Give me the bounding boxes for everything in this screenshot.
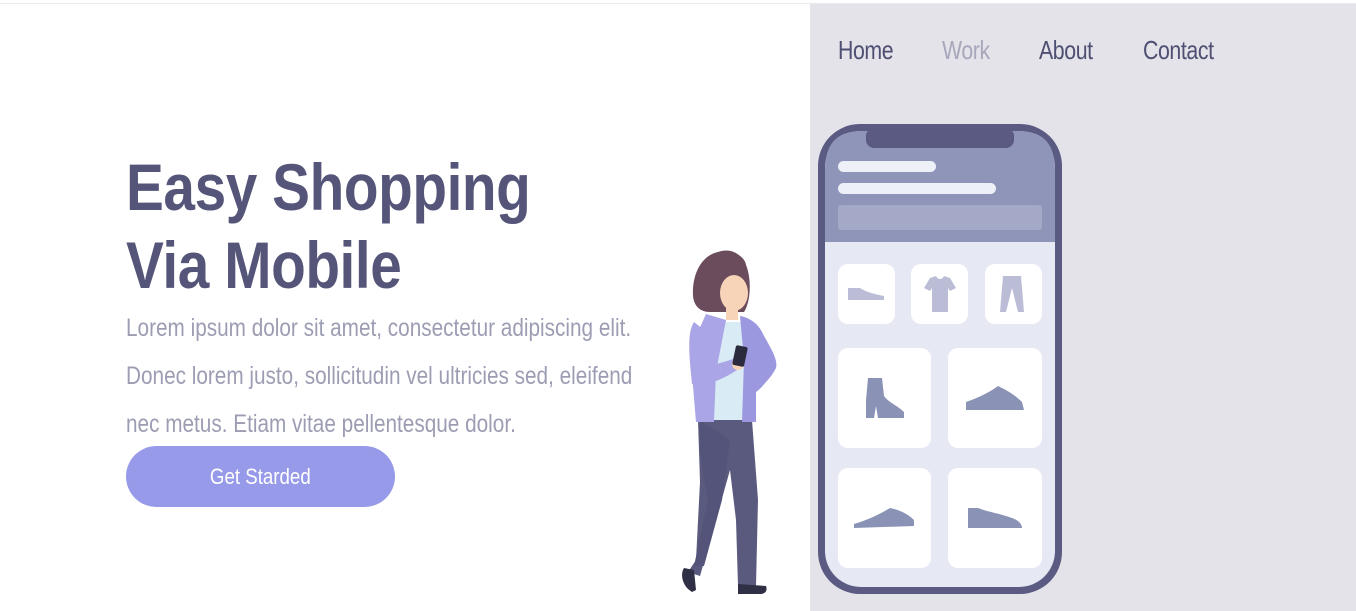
category-t-shirt-icon (911, 264, 968, 324)
hero-illustration (682, 124, 1062, 594)
category-pants-icon (985, 264, 1042, 324)
product-sneaker-icon (948, 348, 1042, 448)
product-boot-icon (838, 348, 931, 448)
product-sneaker-icon-3 (948, 468, 1042, 568)
category-shoe-icon (838, 264, 895, 324)
product-sneaker-icon-2 (838, 468, 931, 568)
phone-mockup-icon (818, 124, 1062, 594)
woman-figure-icon (682, 250, 777, 594)
